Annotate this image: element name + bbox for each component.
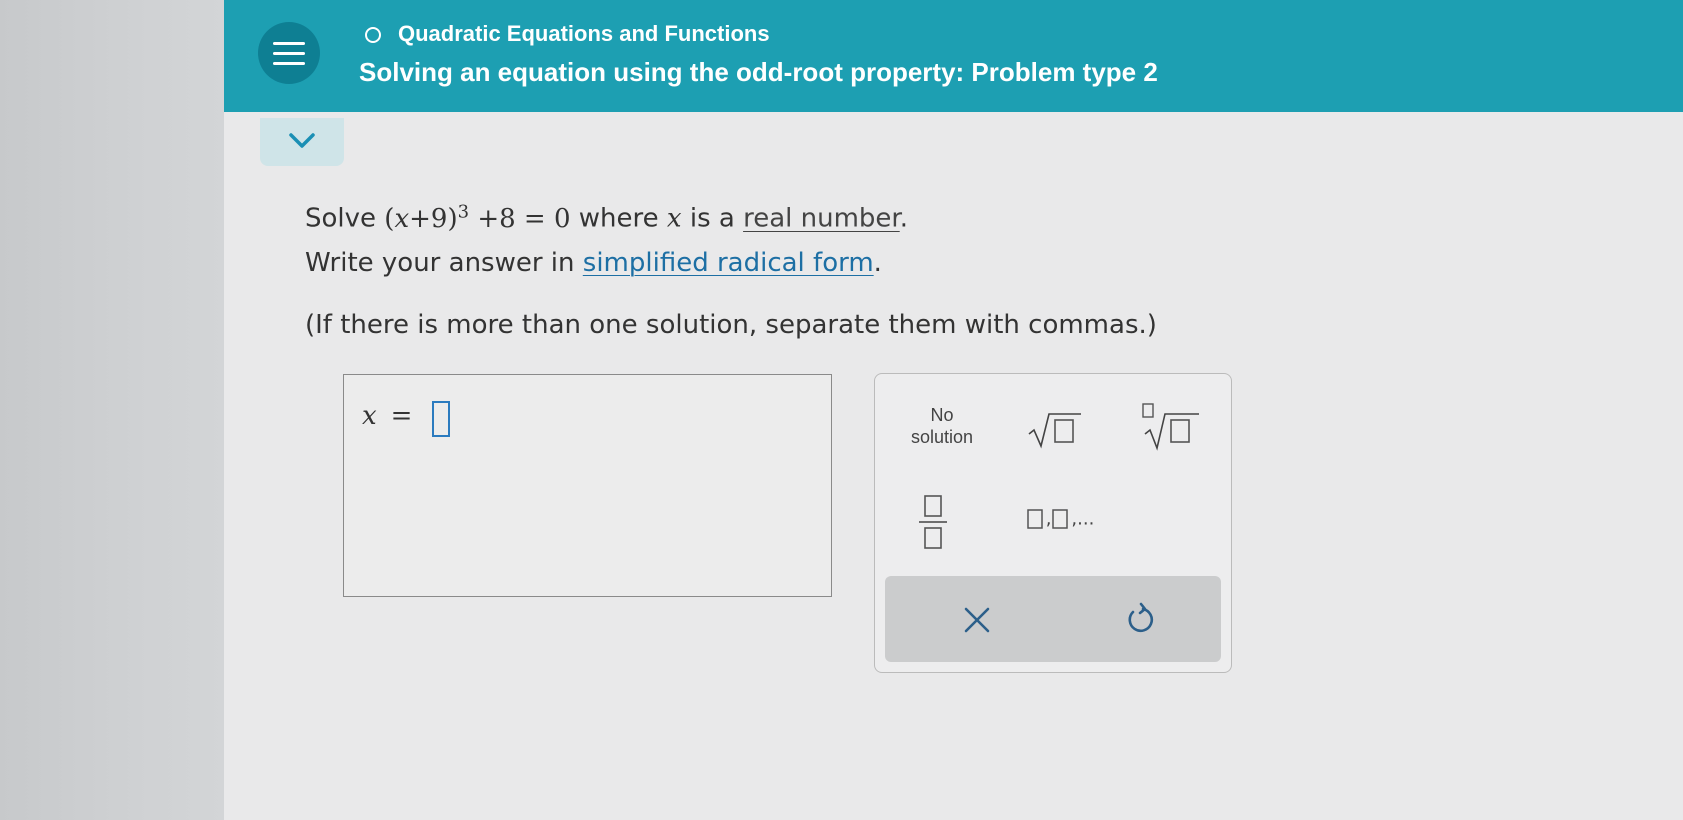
nth-root-button[interactable] bbox=[1135, 402, 1205, 452]
question-line-3: (If there is more than one solution, sep… bbox=[305, 309, 1157, 340]
clear-button[interactable] bbox=[955, 598, 999, 642]
square-root-icon bbox=[1028, 413, 1081, 449]
list-button[interactable]: , ,... bbox=[1015, 508, 1105, 538]
chevron-down-icon bbox=[289, 133, 315, 148]
undo-button[interactable] bbox=[1119, 598, 1163, 642]
list-box-icon bbox=[1026, 509, 1043, 529]
math-keypad: No solution , ,... bbox=[874, 373, 1232, 673]
undo-icon bbox=[1128, 602, 1154, 633]
question-line-1: Solve (x+9)3 +8 = 0 where x is a real nu… bbox=[305, 201, 908, 234]
header-bar bbox=[224, 0, 1683, 112]
question-line-2: Write your answer in simplified radical … bbox=[305, 247, 882, 278]
fraction-button[interactable] bbox=[915, 492, 951, 552]
answer-label: x = bbox=[362, 401, 413, 431]
left-background bbox=[0, 0, 224, 820]
fraction-icon bbox=[919, 495, 947, 549]
simplified-radical-form-link[interactable]: simplified radical form bbox=[583, 248, 874, 278]
nth-root-icon bbox=[1142, 403, 1199, 451]
question-text: Solve (x+9)3 +8 = 0 where x is a real nu… bbox=[305, 190, 1157, 347]
topic-progress-icon bbox=[365, 27, 381, 43]
answer-input[interactable] bbox=[432, 401, 450, 437]
menu-button[interactable] bbox=[258, 22, 320, 84]
page-title: Solving an equation using the odd-root p… bbox=[359, 57, 1158, 87]
collapse-button[interactable] bbox=[260, 118, 344, 166]
hamburger-icon bbox=[273, 42, 305, 45]
topic-title: Quadratic Equations and Functions bbox=[398, 21, 770, 46]
close-icon bbox=[964, 607, 990, 633]
list-box-icon bbox=[1052, 509, 1069, 529]
real-number-link[interactable]: real number bbox=[743, 204, 900, 234]
equation: (x+9)3 +8 = 0 bbox=[384, 201, 571, 234]
keypad-action-bar bbox=[885, 576, 1221, 662]
square-root-button[interactable] bbox=[1025, 410, 1085, 450]
answer-input-area[interactable]: x = bbox=[343, 374, 832, 597]
no-solution-button[interactable]: No solution bbox=[897, 404, 987, 448]
